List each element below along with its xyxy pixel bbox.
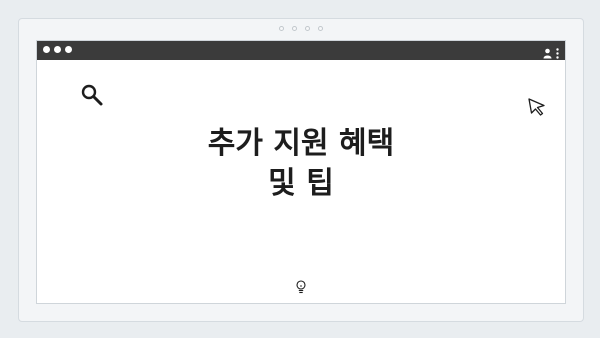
pager-dot[interactable] [279, 26, 284, 31]
lightbulb-icon [295, 279, 307, 298]
pager-dots [19, 26, 583, 31]
page-title: 추가 지원 혜택 및 팁 [37, 124, 565, 204]
minimize-dot[interactable] [54, 46, 61, 53]
title-line-1: 추가 지원 혜택 [207, 126, 395, 161]
maximize-dot[interactable] [65, 46, 72, 53]
pager-dot[interactable] [305, 26, 310, 31]
window-titlebar [37, 41, 565, 60]
close-dot[interactable] [43, 46, 50, 53]
pager-dot[interactable] [292, 26, 297, 31]
search-icon [80, 83, 104, 111]
pager-dot[interactable] [318, 26, 323, 31]
cursor-arrow-icon [527, 97, 547, 121]
title-line-2: 및 팁 [268, 166, 334, 201]
window-content: 추가 지원 혜택 및 팁 [37, 60, 565, 303]
window-controls [43, 46, 72, 53]
browser-window: 추가 지원 혜택 및 팁 [36, 40, 566, 304]
